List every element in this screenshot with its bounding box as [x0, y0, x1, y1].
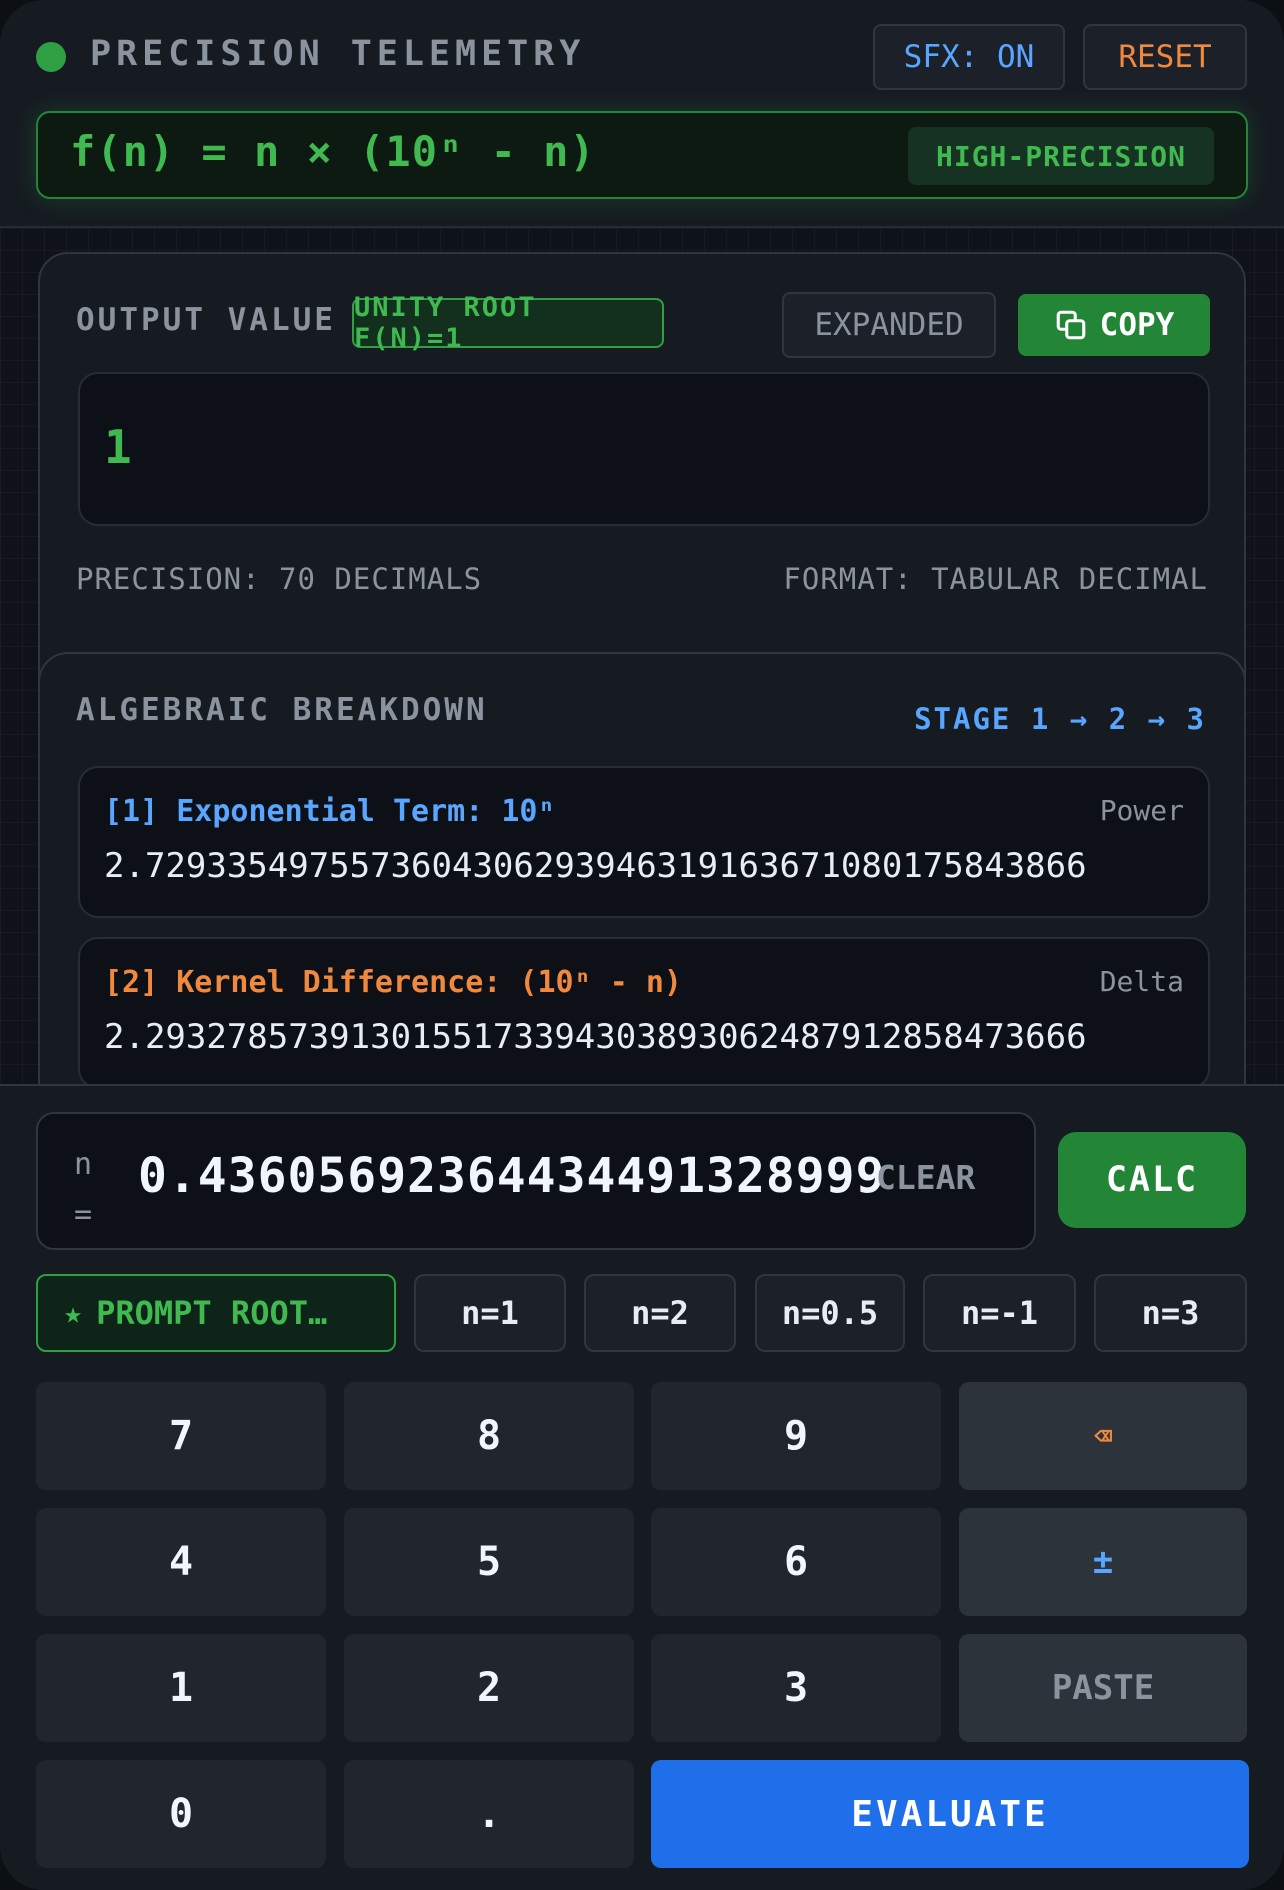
key-2[interactable]: 2	[344, 1634, 634, 1742]
breakdown-step: [1] Exponential Term: 10ⁿ Power 2.729335…	[78, 766, 1210, 918]
calculator-app: PRECISION TELEMETRY SFX: ON RESET f(n) =…	[0, 0, 1284, 1890]
preset-n-3[interactable]: n=3	[1094, 1274, 1247, 1352]
key-3[interactable]: 3	[651, 1634, 941, 1742]
preset-n-0-5[interactable]: n=0.5	[755, 1274, 905, 1352]
output-value-box: 1	[78, 372, 1210, 526]
step-value: 2.72933549755736043062939463191636710801…	[104, 846, 1087, 886]
breakdown-step: [2] Kernel Difference: (10ⁿ - n) Delta 2…	[78, 937, 1210, 1084]
preset-n-minus-1[interactable]: n=-1	[923, 1274, 1076, 1352]
stage-indicator: STAGE 1 → 2 → 3	[914, 702, 1206, 736]
key-4[interactable]: 4	[36, 1508, 326, 1616]
calc-button[interactable]: CALC	[1058, 1132, 1246, 1228]
n-input-box[interactable]: n = 0.43605692364434491328999 CLEAR	[36, 1112, 1036, 1250]
format-info: FORMAT: TABULAR DECIMAL	[783, 562, 1208, 596]
sfx-toggle-button[interactable]: SFX: ON	[873, 24, 1065, 90]
copy-label: COPY	[1099, 307, 1175, 343]
paste-button[interactable]: PASTE	[959, 1634, 1247, 1742]
preset-prompt-root[interactable]: ★ PROMPT ROOT…	[36, 1274, 396, 1352]
key-8[interactable]: 8	[344, 1382, 634, 1490]
key-6[interactable]: 6	[651, 1508, 941, 1616]
results-scroll-area[interactable]: OUTPUT VALUE UNITY ROOT F(N)=1 EXPANDED …	[0, 228, 1284, 1084]
precision-info: PRECISION: 70 DECIMALS	[76, 562, 483, 596]
output-title: OUTPUT VALUE	[76, 302, 336, 338]
evaluate-button[interactable]: EVALUATE	[651, 1760, 1249, 1868]
output-value: 1	[104, 420, 132, 474]
key-5[interactable]: 5	[344, 1508, 634, 1616]
copy-icon	[1056, 310, 1085, 340]
backspace-button[interactable]: ⌫	[959, 1382, 1247, 1490]
step-tag: Delta	[1099, 965, 1184, 998]
key-7[interactable]: 7	[36, 1382, 326, 1490]
step-value: 2.29327857391301551733943038930624879128…	[104, 1017, 1087, 1057]
unity-root-badge: UNITY ROOT F(N)=1	[352, 292, 664, 354]
plus-minus-icon: ±	[1092, 1542, 1114, 1582]
precision-mode-badge: HIGH-PRECISION	[908, 127, 1214, 185]
preset-n-1[interactable]: n=1	[414, 1274, 566, 1352]
formula-bar: f(n) = n × (10ⁿ - n) HIGH-PRECISION	[36, 111, 1248, 199]
breakdown-card: ALGEBRAIC BREAKDOWN STAGE 1 → 2 → 3 [1] …	[38, 652, 1246, 1084]
copy-button[interactable]: COPY	[1018, 294, 1210, 356]
step-label: [2] Kernel Difference: (10ⁿ - n)	[104, 965, 682, 1000]
app-title: PRECISION TELEMETRY	[90, 34, 586, 74]
status-indicator	[36, 42, 66, 72]
backspace-icon: ⌫	[1093, 1418, 1113, 1454]
reset-button[interactable]: RESET	[1083, 24, 1247, 90]
step-label: [1] Exponential Term: 10ⁿ	[104, 794, 556, 829]
key-decimal[interactable]: .	[344, 1760, 634, 1868]
breakdown-title: ALGEBRAIC BREAKDOWN	[76, 692, 488, 728]
step-tag: Power	[1099, 794, 1184, 827]
star-icon: ★	[64, 1295, 83, 1331]
preset-label: PROMPT ROOT…	[96, 1294, 328, 1332]
formula-text: f(n) = n × (10ⁿ - n)	[70, 127, 596, 176]
key-0[interactable]: 0	[36, 1760, 326, 1868]
input-panel: n = 0.43605692364434491328999 CLEAR CALC…	[0, 1084, 1284, 1890]
expanded-toggle-button[interactable]: EXPANDED	[782, 292, 996, 358]
n-label: n =	[73, 1147, 93, 1232]
header: PRECISION TELEMETRY SFX: ON RESET f(n) =…	[0, 0, 1284, 228]
n-value-input[interactable]: 0.43605692364434491328999	[138, 1148, 898, 1204]
key-9[interactable]: 9	[651, 1382, 941, 1490]
preset-n-2[interactable]: n=2	[584, 1274, 736, 1352]
clear-button[interactable]: CLEAR	[876, 1158, 975, 1197]
key-1[interactable]: 1	[36, 1634, 326, 1742]
plus-minus-button[interactable]: ±	[959, 1508, 1247, 1616]
